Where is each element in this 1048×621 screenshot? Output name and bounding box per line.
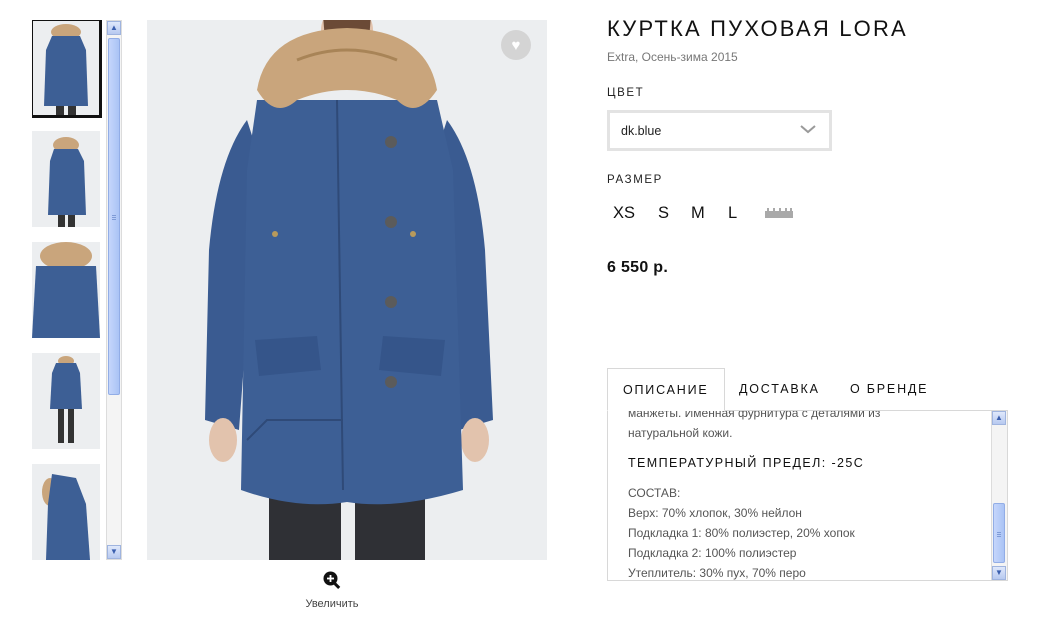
composition-line: Утеплитель: 30% пух, 70% перо [628,566,806,580]
description-scrollbar[interactable]: ▲ ▼ [991,411,1007,580]
heart-icon: ♥ [511,36,521,54]
scroll-down-arrow[interactable]: ▼ [107,545,121,559]
thumbnail-scrollbar[interactable]: ▲ ▼ [106,20,122,560]
size-option-s[interactable]: S [658,204,669,223]
composition-line: Верх: 70% хлопок, 30% нейлон [628,506,802,520]
jacket-side-thumbnail [48,137,86,227]
scroll-thumb[interactable] [993,503,1005,563]
thumbnail-2[interactable] [32,131,100,227]
info-tabs: ОПИСАНИЕ ДОСТАВКА О БРЕНДЕ [607,368,1007,411]
main-product-image[interactable]: ♥ [147,20,547,560]
scroll-track[interactable] [107,35,121,545]
thumbnail-4[interactable] [32,353,100,449]
product-price: 6 550 р. [607,259,669,276]
description-content: манжеты. Именная фурнитура с деталями из… [628,410,968,580]
jacket-detail-thumbnail [32,242,100,338]
scroll-thumb[interactable] [108,38,120,395]
color-select[interactable]: dk.blue [607,110,832,151]
jacket-photo [205,20,493,560]
product-subtitle: Extra, Осень-зима 2015 [607,50,738,64]
size-option-xs[interactable]: XS [613,204,635,223]
description-line: натуральной кожи. [628,426,733,440]
composition-line: Подкладка 1: 80% полиэстер, 20% хопок [628,526,855,540]
description-line: манжеты. Именная фурнитура с деталями из [628,410,881,420]
tab-delivery[interactable]: ДОСТАВКА [739,368,820,411]
size-option-m[interactable]: M [691,204,705,223]
size-label: РАЗМЕР [607,174,663,186]
thumbnail-3[interactable] [32,242,100,338]
size-chart-ruler-icon[interactable] [765,208,793,218]
chevron-down-icon [800,125,816,134]
jacket-front-thumbnail [44,24,88,116]
scroll-down-arrow[interactable]: ▼ [992,566,1006,580]
zoom-button[interactable]: Увеличить [290,570,374,612]
zoom-in-icon [323,571,341,589]
temperature-limit: ТЕМПЕРАТУРНЫЙ ПРЕДЕЛ: -25С [628,456,865,470]
favorite-button[interactable]: ♥ [501,30,531,60]
thumbnail-strip [32,20,102,560]
composition-heading: СОСТАВ: [628,486,681,500]
color-label: ЦВЕТ [607,87,645,99]
zoom-label: Увеличить [305,598,359,610]
scroll-track[interactable] [992,425,1007,566]
description-panel: манжеты. Именная фурнитура с деталями из… [607,410,1008,581]
jacket-full-thumbnail [50,356,82,443]
tab-about-brand[interactable]: О БРЕНДЕ [850,368,928,411]
product-title: КУРТКА ПУХОВАЯ LORA [607,16,908,41]
tab-description[interactable]: ОПИСАНИЕ [607,368,725,411]
thumbnail-5[interactable] [32,464,100,560]
color-select-value: dk.blue [621,124,662,138]
thumbnail-1[interactable] [32,20,102,118]
scroll-up-arrow[interactable]: ▲ [107,21,121,35]
size-option-l[interactable]: L [728,204,737,223]
composition-line: Подкладка 2: 100% полиэстер [628,546,797,560]
scroll-up-arrow[interactable]: ▲ [992,411,1006,425]
jacket-back-thumbnail [42,474,90,560]
